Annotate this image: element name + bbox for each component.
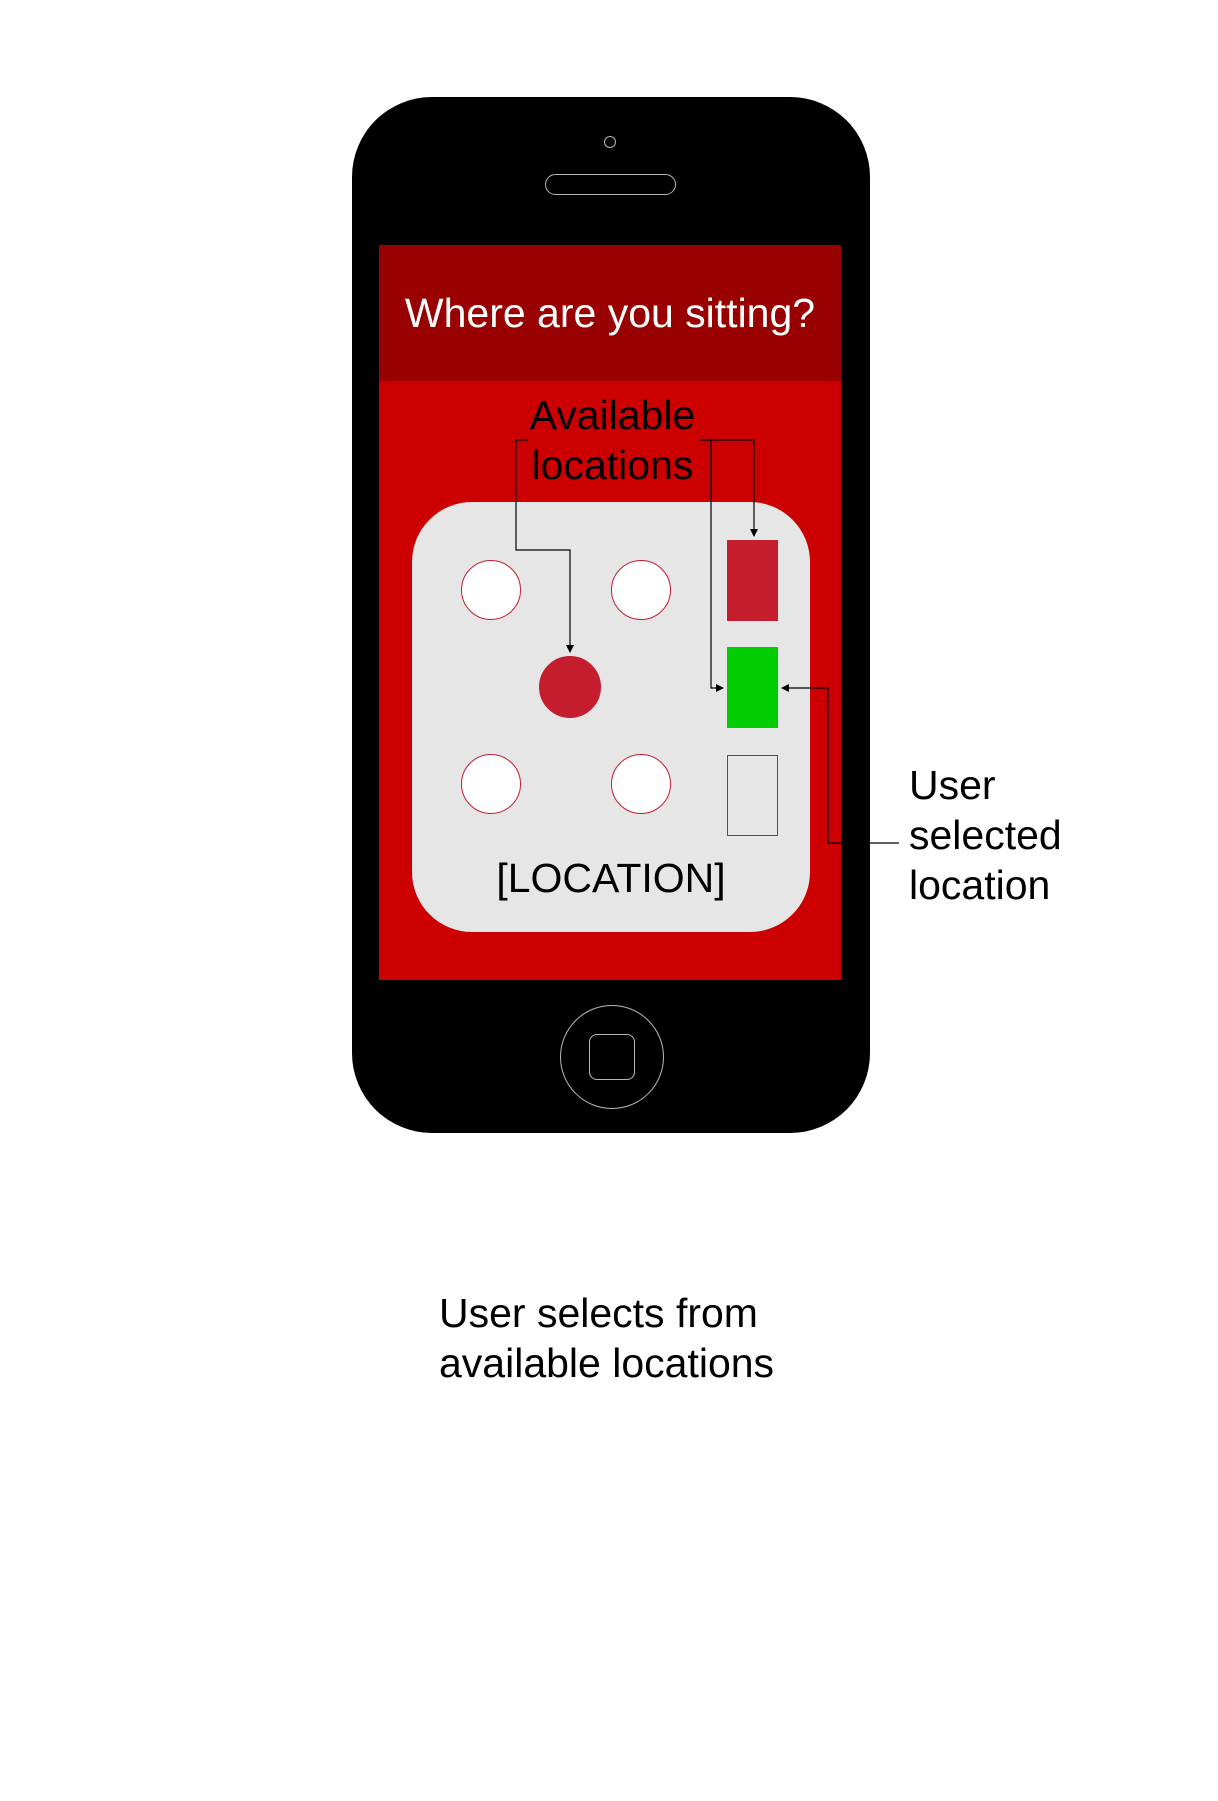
desk-1[interactable]: [727, 540, 778, 621]
annotation-line: locations: [531, 442, 694, 488]
seat-5[interactable]: [611, 754, 671, 814]
caption-line: available locations: [439, 1340, 775, 1386]
seat-3[interactable]: [539, 656, 601, 718]
page-title: Where are you sitting?: [404, 289, 816, 336]
diagram-caption: User selects from available locations: [439, 1288, 774, 1388]
front-camera: [604, 136, 616, 148]
available-locations-annotation: Available locations: [500, 390, 725, 490]
annotation-line: selected: [909, 812, 1062, 858]
seat-1[interactable]: [461, 560, 521, 620]
earpiece-speaker: [545, 174, 676, 195]
desk-3[interactable]: [727, 755, 778, 836]
caption-line: User selects from: [439, 1290, 758, 1336]
screen-header: Where are you sitting?: [379, 245, 841, 381]
home-button-icon: [589, 1034, 635, 1080]
seat-2[interactable]: [611, 560, 671, 620]
annotation-line: Available: [529, 392, 696, 438]
annotation-line: User: [909, 762, 996, 808]
location-label: [LOCATION]: [496, 855, 726, 901]
user-selected-annotation: User selected location: [909, 760, 1062, 910]
annotation-line: location: [909, 862, 1051, 908]
seat-4[interactable]: [461, 754, 521, 814]
desk-2[interactable]: [727, 647, 778, 728]
